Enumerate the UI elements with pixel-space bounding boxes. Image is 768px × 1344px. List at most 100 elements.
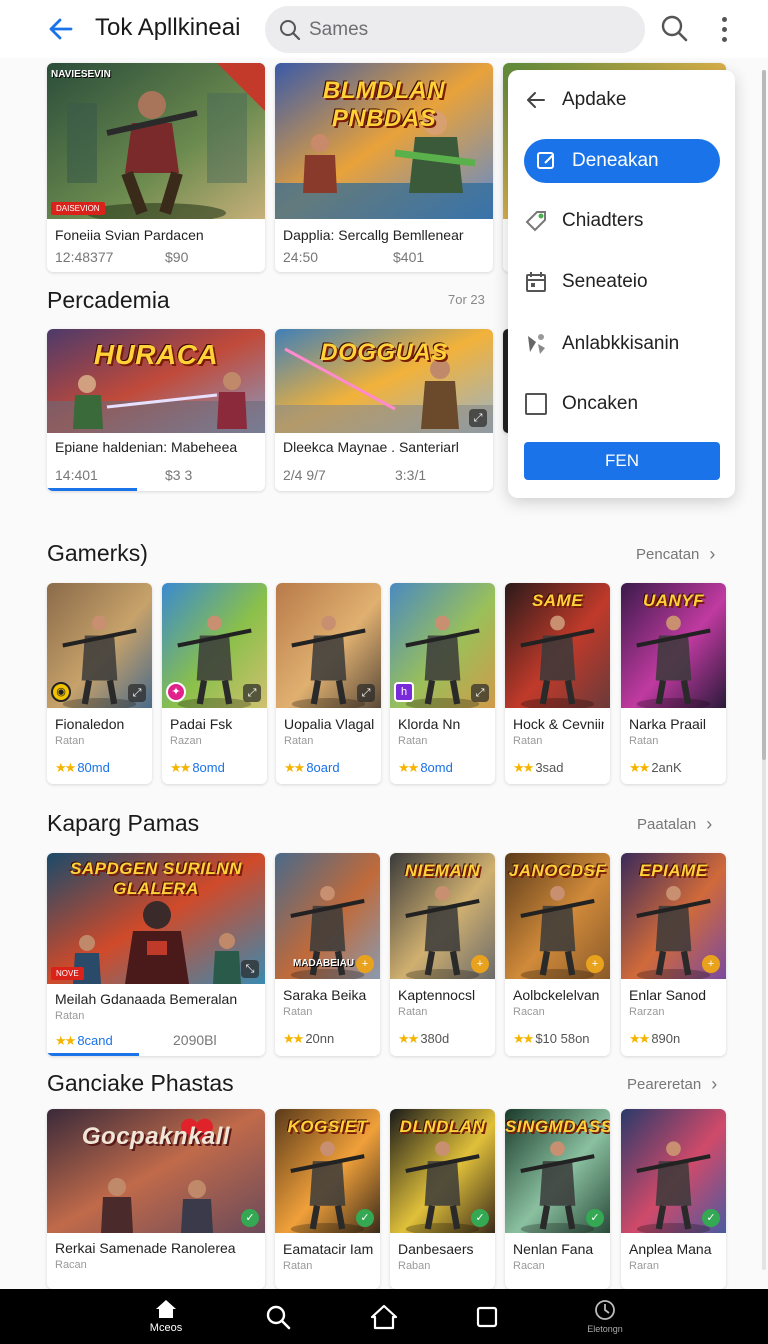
thumbnail-title: JANOCDSF	[508, 861, 607, 880]
game-rating: ★★ 890n	[629, 1031, 680, 1047]
game-card[interactable]: ◉ ⤢ Fionaledon Ratan ★★ 80md	[47, 583, 152, 784]
add-icon[interactable]: +	[586, 955, 604, 973]
add-icon[interactable]: +	[356, 955, 374, 973]
section-title: Ganciake Phastas	[47, 1070, 234, 1096]
thumbnail-title: DOGGUAS	[320, 339, 448, 366]
game-card[interactable]: SINGMDASS ✓ Nenlan Fana Racan	[505, 1109, 610, 1289]
star-icon: ★★	[55, 1033, 76, 1048]
thumbnail-title: Gocpaknkall	[81, 1123, 231, 1150]
game-card[interactable]: NAVIESEVIN DAISEVION Foneiia Svian Parda…	[47, 63, 265, 272]
section-link-label: Paatalan	[637, 816, 697, 833]
star-icon: ★★	[398, 1031, 419, 1046]
arrow-left-icon	[49, 18, 73, 40]
search-input[interactable]	[309, 18, 609, 41]
game-name: Klorda Nn	[398, 716, 461, 732]
menu-confirm-button[interactable]: FEN	[524, 442, 720, 480]
game-count: 24:50	[283, 249, 319, 265]
game-card[interactable]: BLMDLAN PNBDAS Dapplia: Sercallg Bemllen…	[275, 63, 493, 272]
thumbnail-badge: DAISEVION	[51, 202, 105, 215]
game-card[interactable]: h ⤢ Klorda Nn Ratan ★★ 8omd	[390, 583, 495, 784]
menu-item-anlabkkisanin[interactable]: Anlabkkisanin	[524, 322, 720, 366]
scrollbar-thumb[interactable]	[762, 70, 766, 760]
play-icon[interactable]: ✓	[241, 1209, 259, 1227]
section-title: Gamerks)	[47, 540, 148, 566]
game-card[interactable]: SAPDGEN SURILNN GLALERA NOVE ⤡ Meilah Gd…	[47, 853, 265, 1056]
game-card[interactable]: HURACA Epiane haldenian: Mabeheea 14:401…	[47, 329, 265, 491]
game-card[interactable]: DLNDLAN ✓ Danbesaers Raban	[390, 1109, 495, 1289]
thumbnail-title: KOGSIET	[287, 1117, 368, 1136]
clock-icon	[595, 1300, 615, 1320]
top-app-bar: Tok Apllkineai	[0, 0, 768, 58]
game-subtitle: Raban	[398, 1260, 431, 1272]
game-card[interactable]: ⤢ Uopalia Vlagal Ratan ★★ 8oard	[276, 583, 381, 784]
expand-icon[interactable]: ⤢	[243, 684, 261, 702]
section-see-all-link[interactable]: Pencatan ›	[636, 544, 715, 565]
game-rating: ★★ 2anK	[629, 760, 682, 776]
menu-item-label: Oncaken	[562, 393, 639, 414]
search-button[interactable]	[660, 14, 690, 44]
chevron-right-icon: ›	[709, 544, 716, 564]
game-rating: ★★ 8omd	[170, 760, 225, 776]
game-thumbnail: NIEMAIN +	[390, 853, 495, 981]
nav-item-search[interactable]	[262, 1289, 294, 1344]
expand-icon[interactable]: ⤢	[471, 684, 489, 702]
play-icon[interactable]: ✓	[356, 1209, 374, 1227]
expand-icon[interactable]: ⤡	[241, 960, 259, 978]
game-card[interactable]: ✦ ⤢ Padai Fsk Razan ★★ 8omd	[162, 583, 267, 784]
game-card[interactable]: KOGSIET ✓ Eamatacir Iam Ratan	[275, 1109, 380, 1289]
game-name: Foneiia Svian Pardacen	[55, 227, 204, 243]
nav-item-home-outline[interactable]	[368, 1289, 400, 1344]
play-icon[interactable]: ✓	[471, 1209, 489, 1227]
section-meta: 7or 23	[448, 292, 485, 307]
expand-icon[interactable]: ⤢	[357, 684, 375, 702]
menu-back-item[interactable]: Apdake	[524, 78, 720, 122]
add-icon[interactable]: +	[702, 955, 720, 973]
game-thumbnail: DOGGUAS ⤢	[275, 329, 493, 433]
play-icon[interactable]: ✓	[586, 1209, 604, 1227]
game-name: Uopalia Vlagal	[284, 716, 375, 732]
section-see-all-link[interactable]: Paatalan ›	[637, 814, 712, 835]
game-subtitle: Rarzan	[629, 1006, 665, 1018]
game-card[interactable]: Gocpaknkall ✓ Rerkai Samenade Ranolerea …	[47, 1109, 265, 1289]
game-card[interactable]: JANOCDSF + Aolbckelelvan Racan ★★ $10 58on	[505, 853, 610, 1056]
context-menu: Apdake Deneakan Chiadters Seneateio Anla…	[508, 70, 735, 498]
game-card[interactable]: EPIAME + Enlar Sanod Rarzan ★★ 890n	[621, 853, 726, 1056]
nav-item-label: Eletongn	[587, 1324, 623, 1334]
rating-value: 8cand	[77, 1033, 113, 1048]
game-card[interactable]: SAME Hock & Cevniin Ratan ★★ 3sad	[505, 583, 610, 784]
game-price: 3:3/1	[395, 467, 427, 483]
chevron-right-icon: ›	[706, 814, 713, 834]
search-icon	[661, 15, 688, 42]
game-card[interactable]: ✓ Anplea Mana Raran	[621, 1109, 726, 1289]
game-card[interactable]: NIEMAIN + Kaptennocsl Ratan ★★ 380d	[390, 853, 495, 1056]
expand-icon[interactable]: ⤢	[128, 684, 146, 702]
search-field[interactable]	[265, 6, 645, 53]
menu-item-seneateio[interactable]: Seneateio	[524, 260, 720, 304]
menu-item-oncaken[interactable]: Oncaken	[524, 382, 720, 426]
game-subtitle: Ratan	[629, 735, 659, 747]
game-card[interactable]: DOGGUAS ⤢ Dleekca Maynae . Santeriarl 2/…	[275, 329, 493, 491]
game-subtitle: Ratan	[284, 735, 314, 747]
game-card[interactable]: UANYF Narka Praail Ratan ★★ 2anK	[621, 583, 726, 784]
scrollbar[interactable]	[762, 70, 766, 1270]
search-icon	[266, 1305, 291, 1329]
game-name: Dapplia: Sercallg Bemllenear	[283, 227, 464, 243]
add-icon[interactable]: +	[471, 955, 489, 973]
game-card[interactable]: MADABEIAU + Saraka Beika Ratan ★★ 20nn	[275, 853, 380, 1056]
bottom-navigation: Mceos Eletongn	[0, 1289, 768, 1344]
play-icon[interactable]: ✓	[702, 1209, 720, 1227]
more-options-button[interactable]	[712, 14, 736, 44]
menu-item-chiadters[interactable]: Chiadters	[524, 199, 720, 243]
star-icon: ★★	[629, 1031, 650, 1046]
game-thumbnail: UANYF	[621, 583, 726, 710]
game-thumbnail: ◉ ⤢	[47, 583, 152, 710]
nav-item-recents[interactable]	[471, 1289, 503, 1344]
menu-item-deneakan[interactable]: Deneakan	[524, 139, 720, 183]
nav-item-home[interactable]: Mceos	[140, 1289, 192, 1344]
nav-item-history[interactable]: Eletongn	[580, 1289, 630, 1344]
section-see-all-link[interactable]: Peareretan ›	[627, 1074, 717, 1095]
checkbox-icon	[524, 392, 548, 416]
back-button[interactable]	[44, 12, 78, 46]
square-icon	[476, 1306, 498, 1327]
expand-icon[interactable]: ⤢	[469, 409, 487, 427]
